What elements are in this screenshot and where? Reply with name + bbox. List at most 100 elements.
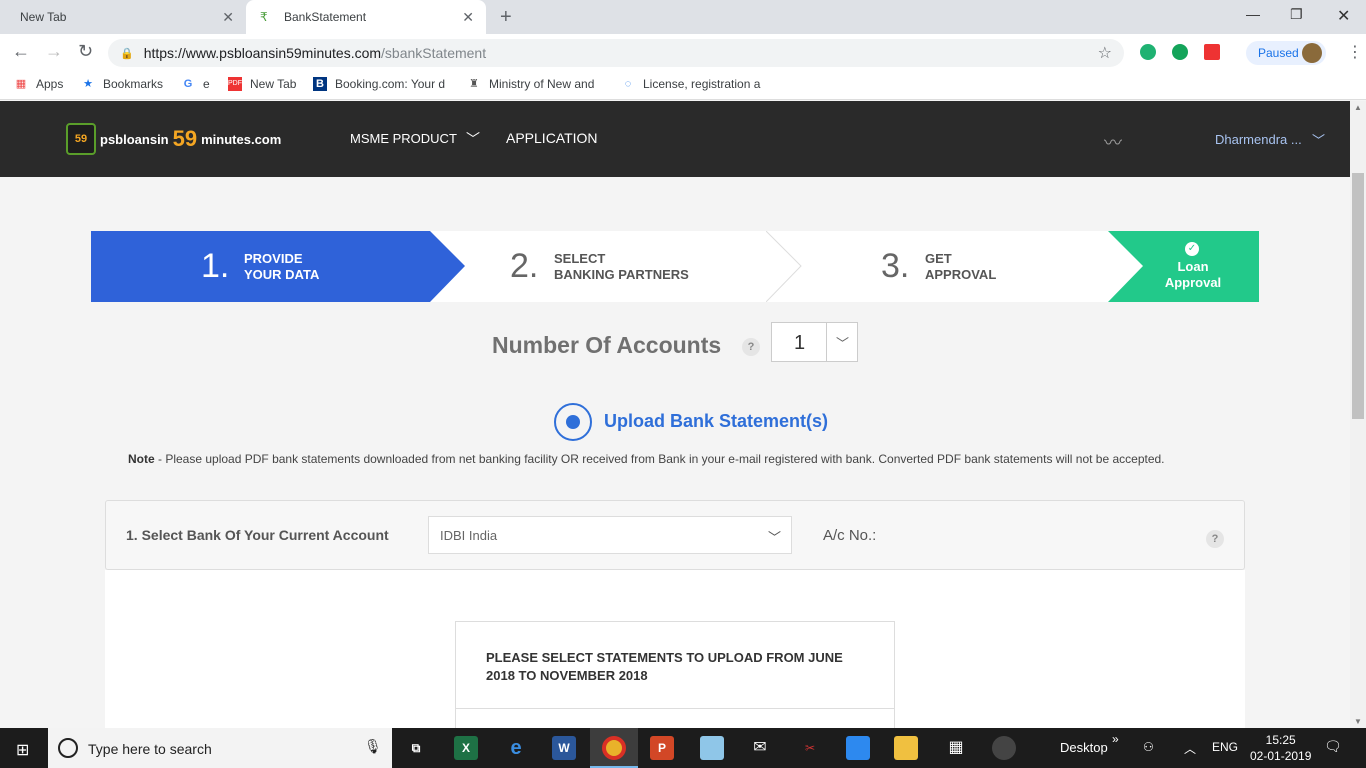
logo-suffix: minutes.com xyxy=(201,131,282,147)
logo-badge-icon: 59 xyxy=(66,123,96,155)
menu-kebab-icon[interactable]: ⋮ xyxy=(1347,42,1363,62)
bookmark-star-icon[interactable]: ☆ xyxy=(1098,43,1112,63)
close-tab-icon[interactable]: ✕ xyxy=(222,9,234,26)
url-bar[interactable]: 🔒 https://www.psbloansin59minutes.com/sb… xyxy=(108,39,1124,67)
site-header: 59 psbloansin 59 minutes.com MSME PRODUC… xyxy=(0,101,1350,177)
tab-bankstatement[interactable]: ₹ BankStatement ✕ xyxy=(246,0,486,34)
upload-statement-label[interactable]: Upload Bank Statement(s) xyxy=(604,411,828,432)
note-text: - Please upload PDF bank statements down… xyxy=(154,452,1165,466)
extension-chat-icon[interactable] xyxy=(1140,44,1156,60)
system-clock[interactable]: 15:25 02-01-2019 xyxy=(1250,732,1311,764)
scroll-up-icon[interactable]: ▲ xyxy=(1354,103,1362,112)
notification-icon[interactable]: 🗨 xyxy=(1324,738,1342,755)
people-icon[interactable]: ⚇ xyxy=(1143,740,1154,754)
minimize-icon[interactable]: — xyxy=(1246,6,1260,22)
scroll-down-icon[interactable]: ▼ xyxy=(1354,717,1362,726)
chevron-right-icon[interactable]: » xyxy=(1112,732,1119,746)
menu-application[interactable]: APPLICATION xyxy=(506,130,598,146)
tab-new-tab[interactable]: New Tab ✕ xyxy=(0,0,246,34)
number-of-accounts-select[interactable]: 1 ﹀ xyxy=(771,322,858,362)
avatar xyxy=(1302,43,1322,63)
bank-select-dropdown[interactable]: IDBI India ﹀ xyxy=(428,516,792,554)
file-explorer-icon[interactable] xyxy=(894,736,918,760)
bookmark-label: Bookmarks xyxy=(103,77,164,91)
loading-icon: ◌ xyxy=(624,78,632,90)
upload-statement-radio[interactable] xyxy=(554,403,592,441)
emblem-icon: ♜ xyxy=(469,78,479,90)
bookmark-label: e xyxy=(203,77,210,91)
microphone-icon[interactable]: 🎙 xyxy=(364,738,382,755)
profile-paused-button[interactable]: Paused xyxy=(1246,41,1326,65)
task-view-icon[interactable]: ⧉ xyxy=(404,736,428,760)
step-label: PROVIDE YOUR DATA xyxy=(244,251,319,283)
snipping-tool-icon[interactable]: ✂ xyxy=(798,736,822,760)
calculator-icon[interactable]: ▦ xyxy=(944,736,968,760)
step-label-line1: SELECT xyxy=(554,251,606,266)
statement-card-title: PLEASE SELECT STATEMENTS TO UPLOAD FROM … xyxy=(486,650,843,683)
scrollbar-thumb[interactable] xyxy=(1352,173,1364,419)
activity-wave-icon[interactable]: 〰 xyxy=(1104,129,1122,155)
chrome-icon[interactable] xyxy=(602,736,626,760)
step-label-line2: YOUR DATA xyxy=(244,267,320,282)
mail-icon[interactable]: ✉ xyxy=(748,736,772,760)
media-player-icon[interactable] xyxy=(992,736,1016,760)
step-label-line2: Approval xyxy=(1164,275,1222,290)
extension-whatsapp-icon[interactable] xyxy=(1172,44,1188,60)
bookmark-label: License, registration a xyxy=(643,77,761,91)
user-menu[interactable]: Dharmendra ... xyxy=(1215,132,1302,147)
chevron-up-icon[interactable]: ︿ xyxy=(1184,740,1196,757)
step-label-line2: BANKING PARTNERS xyxy=(554,267,689,282)
step-label-line2: APPROVAL xyxy=(925,267,997,282)
extension-pdf-icon[interactable] xyxy=(1204,44,1220,60)
tab-title: New Tab xyxy=(20,10,67,24)
page-scrollbar[interactable]: ▲ ▼ xyxy=(1350,101,1366,728)
taskbar-search-box[interactable]: Type here to search 🎙 xyxy=(48,728,392,768)
bookmark-apps[interactable]: ▦ Apps xyxy=(14,77,64,91)
forward-arrow-icon[interactable]: → xyxy=(45,41,63,62)
help-icon[interactable]: ? xyxy=(742,338,760,356)
chevron-down-icon[interactable]: ﹀ xyxy=(466,129,480,149)
desktop-toolbar[interactable]: Desktop xyxy=(1060,740,1108,755)
input-language[interactable]: ENG xyxy=(1212,740,1238,754)
menu-msme-product[interactable]: MSME PRODUCT xyxy=(350,131,457,146)
bookmark-bookmarks[interactable]: ★ Bookmarks xyxy=(81,77,163,91)
chevron-down-icon[interactable]: ﹀ xyxy=(836,333,849,352)
url-path: /sbankStatement xyxy=(381,45,487,61)
step-label: Loan Approval xyxy=(1158,259,1228,291)
tab-title: BankStatement xyxy=(284,10,367,24)
word-icon[interactable]: W xyxy=(552,736,576,760)
step-label-line1: Loan xyxy=(1177,259,1209,274)
powerpoint-icon[interactable]: P xyxy=(650,736,674,760)
bookmark-ministry[interactable]: ♜ Ministry of New and xyxy=(467,77,594,91)
bookmark-booking[interactable]: B Booking.com: Your d xyxy=(313,77,445,91)
address-toolbar: ← → ↻ 🔒 https://www.psbloansin59minutes.… xyxy=(0,34,1366,70)
step-number: 3. xyxy=(881,247,910,285)
account-number-label: A/c No.: xyxy=(823,527,877,544)
close-tab-icon[interactable]: ✕ xyxy=(462,9,474,26)
bookmark-license[interactable]: ◌ License, registration a xyxy=(621,77,761,91)
chevron-down-icon[interactable]: ﹀ xyxy=(768,527,781,546)
windows-start-icon[interactable]: ⊞ xyxy=(16,740,29,760)
help-icon[interactable]: ? xyxy=(1206,530,1224,548)
excel-icon[interactable]: X xyxy=(454,736,478,760)
step-get-approval: 3. GET APPROVAL xyxy=(802,231,1142,302)
new-tab-plus-icon[interactable]: + xyxy=(500,6,512,29)
edge-icon[interactable]: e xyxy=(504,736,528,760)
paint-icon[interactable] xyxy=(700,736,724,760)
apps-grid-icon: ▦ xyxy=(15,78,27,90)
close-window-icon[interactable]: ✕ xyxy=(1337,6,1350,26)
back-arrow-icon[interactable]: ← xyxy=(12,41,30,62)
site-logo[interactable]: 59 psbloansin 59 minutes.com xyxy=(66,123,281,155)
restore-icon[interactable]: ❐ xyxy=(1290,6,1303,23)
select-bank-label: 1. Select Bank Of Your Current Account xyxy=(126,527,389,543)
bookmark-google[interactable]: G e xyxy=(181,77,210,91)
chevron-down-icon[interactable]: ﹀ xyxy=(1312,130,1325,149)
reload-icon[interactable]: ↻ xyxy=(78,41,93,62)
step-label: GET APPROVAL xyxy=(925,251,996,283)
check-circle-icon: ✓ xyxy=(1185,242,1199,256)
bookmark-label: New Tab xyxy=(250,77,297,91)
photos-icon[interactable] xyxy=(846,736,870,760)
upload-note: Note - Please upload PDF bank statements… xyxy=(128,452,1238,467)
bookmark-label: Ministry of New and xyxy=(489,77,595,91)
bookmark-new-tab[interactable]: PDF New Tab xyxy=(228,77,296,91)
